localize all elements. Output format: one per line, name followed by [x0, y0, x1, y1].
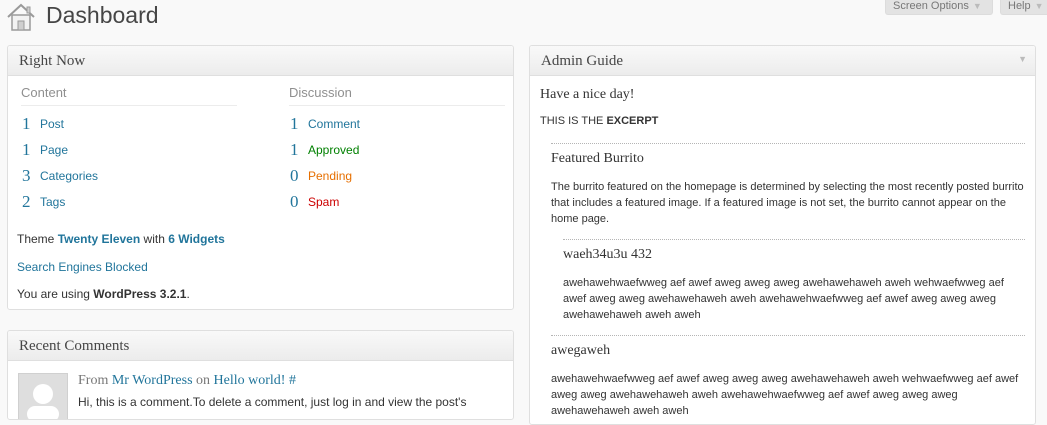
chevron-down-icon: ▼	[1034, 1, 1044, 11]
posts-link[interactable]: Post	[40, 117, 64, 131]
content-heading: Content	[21, 85, 67, 100]
comment-post-link[interactable]: Hello world!	[214, 373, 286, 388]
spam-link[interactable]: Spam	[308, 195, 339, 209]
help-button[interactable]: Help ▼	[1000, 0, 1047, 15]
pending-link[interactable]: Pending	[308, 169, 352, 183]
section-divider	[563, 239, 1025, 240]
theme-link[interactable]: Twenty Eleven	[58, 232, 140, 246]
right-now-widget: Right Now Content Discussion 1 Post 1 Pa…	[7, 45, 514, 310]
comment-author-link[interactable]: Mr WordPress	[112, 373, 193, 388]
subsection-1-body: awehawehwaefwweg aef awef aweg aweg aweg…	[563, 277, 1004, 321]
pages-link[interactable]: Page	[40, 143, 68, 157]
admin-guide-widget: Admin Guide ▼ Have a nice day! THIS IS T…	[529, 45, 1036, 425]
home-icon	[7, 3, 35, 31]
spam-count[interactable]: 0	[290, 193, 299, 211]
right-now-header[interactable]: Right Now	[8, 46, 513, 76]
chevron-down-icon: ▼	[972, 1, 982, 11]
version-number: WordPress 3.2.1	[93, 287, 187, 301]
featured-burrito-title: Featured Burrito	[551, 151, 644, 166]
comment-count[interactable]: 1	[290, 115, 299, 133]
tags-link[interactable]: Tags	[40, 195, 65, 209]
excerpt-prefix: THIS IS THE	[540, 115, 604, 127]
post-count[interactable]: 1	[22, 115, 31, 133]
discussion-divider	[289, 105, 505, 106]
categories-link[interactable]: Categories	[40, 169, 98, 183]
page-count[interactable]: 1	[22, 141, 31, 159]
search-engines-blocked-link[interactable]: Search Engines Blocked	[17, 260, 148, 274]
widgets-link[interactable]: 6 Widgets	[168, 232, 225, 246]
approved-link[interactable]: Approved	[308, 143, 359, 157]
theme-info: Theme Twenty Eleven with 6 Widgets	[17, 232, 225, 246]
avatar	[18, 373, 68, 419]
excerpt-line: THIS IS THE EXCERPT	[540, 115, 658, 127]
comment-excerpt: Hi, this is a comment.To delete a commen…	[78, 395, 467, 409]
toggle-arrow-icon[interactable]: ▼	[1018, 54, 1027, 64]
version-info: You are using WordPress 3.2.1.	[17, 287, 190, 301]
section-divider	[551, 335, 1025, 336]
right-now-title: Right Now	[19, 53, 86, 69]
theme-with: with	[143, 232, 165, 246]
recent-comments-title: Recent Comments	[19, 338, 130, 354]
comment-permalink[interactable]: #	[289, 373, 296, 388]
discussion-heading: Discussion	[289, 85, 352, 100]
greeting-text: Have a nice day!	[540, 87, 635, 102]
section-divider	[551, 143, 1025, 144]
screen-options-label: Screen Options	[893, 0, 969, 12]
page-header: Dashboard Screen Options ▼ Help ▼	[0, 0, 1047, 40]
version-suffix: .	[186, 287, 190, 301]
approved-count[interactable]: 1	[290, 141, 299, 159]
user-silhouette-icon	[27, 384, 59, 419]
recent-comments-header[interactable]: Recent Comments	[8, 331, 513, 361]
comments-link[interactable]: Comment	[308, 117, 360, 131]
version-prefix: You are using	[17, 287, 90, 301]
help-label: Help	[1008, 0, 1031, 12]
admin-guide-title: Admin Guide	[541, 53, 624, 69]
recent-comments-widget: Recent Comments From Mr WordPress on Hel…	[7, 330, 514, 420]
comment-from: From	[78, 373, 109, 388]
subsection-2-title: awegaweh	[551, 343, 611, 358]
comment-meta: From Mr WordPress on Hello world! #	[78, 373, 296, 389]
screen-options-button[interactable]: Screen Options ▼	[885, 0, 993, 15]
comment-on: on	[196, 373, 211, 388]
pending-count[interactable]: 0	[290, 167, 299, 185]
content-divider	[21, 105, 237, 106]
featured-burrito-body: The burrito featured on the homepage is …	[551, 181, 1024, 225]
category-count[interactable]: 3	[22, 167, 31, 185]
admin-guide-header[interactable]: Admin Guide ▼	[530, 46, 1035, 76]
excerpt-bold: EXCERPT	[606, 115, 659, 127]
theme-prefix: Theme	[17, 232, 55, 246]
subsection-1-title: waeh34u3u 432	[563, 247, 653, 262]
tag-count[interactable]: 2	[22, 193, 31, 211]
page-title: Dashboard	[46, 2, 159, 28]
